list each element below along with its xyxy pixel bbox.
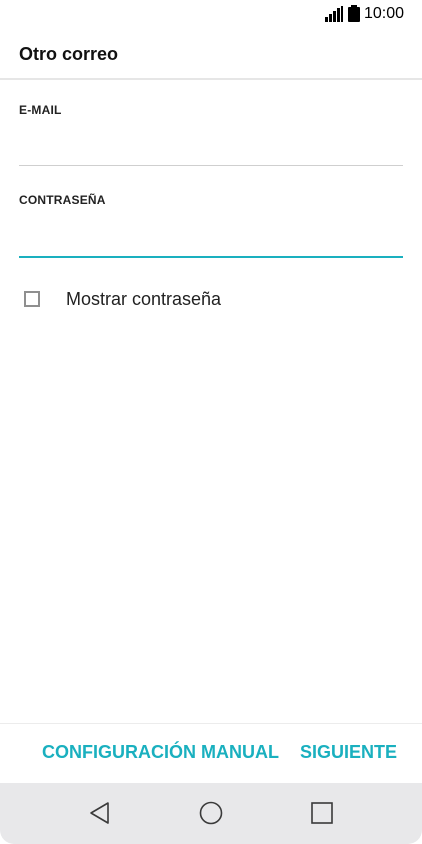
- password-label: CONTRASEÑA: [19, 193, 106, 207]
- email-field[interactable]: [19, 132, 403, 162]
- next-button[interactable]: SIGUIENTE: [300, 742, 397, 763]
- email-label: E-MAIL: [19, 103, 62, 117]
- screen: 10:00 Otro correo E-MAIL CONTRASEÑA Most…: [0, 0, 422, 844]
- back-icon[interactable]: [87, 800, 113, 826]
- action-bar: CONFIGURACIÓN MANUAL SIGUIENTE: [0, 723, 422, 783]
- manual-config-button[interactable]: CONFIGURACIÓN MANUAL: [42, 742, 279, 763]
- signal-icon: [325, 6, 343, 22]
- recents-icon[interactable]: [309, 800, 335, 826]
- status-bar: 10:00: [0, 0, 422, 30]
- show-password-row[interactable]: Mostrar contraseña: [19, 284, 403, 318]
- password-field-underline: [19, 256, 403, 258]
- home-icon[interactable]: [198, 800, 224, 826]
- status-time: 10:00: [364, 5, 405, 22]
- show-password-label: Mostrar contraseña: [66, 289, 222, 309]
- show-password-checkbox[interactable]: [24, 291, 40, 307]
- navigation-bar: [0, 783, 422, 844]
- battery-icon: [348, 5, 360, 22]
- page-title: Otro correo: [19, 44, 119, 64]
- app-header: Otro correo: [0, 30, 422, 80]
- email-field-underline: [19, 165, 403, 166]
- password-field[interactable]: [19, 223, 403, 253]
